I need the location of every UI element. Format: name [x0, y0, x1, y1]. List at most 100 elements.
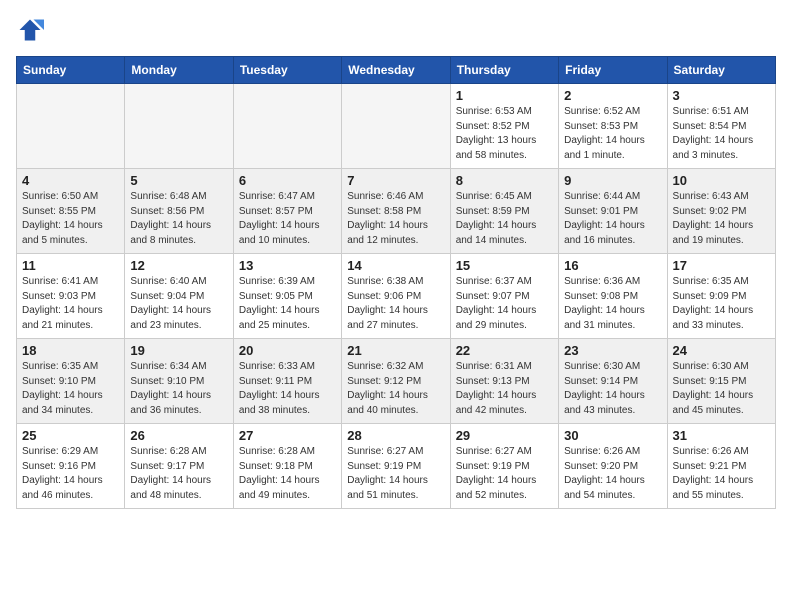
day-number: 1 — [456, 88, 553, 103]
day-cell: 10 Sunrise: 6:43 AM Sunset: 9:02 PM Dayli… — [667, 169, 775, 254]
logo-icon — [16, 16, 44, 44]
day-number: 13 — [239, 258, 336, 273]
day-cell: 1 Sunrise: 6:53 AM Sunset: 8:52 PM Daylig… — [450, 84, 558, 169]
week-row-3: 11 Sunrise: 6:41 AM Sunset: 9:03 PM Dayli… — [17, 254, 776, 339]
day-info: Sunrise: 6:45 AM Sunset: 8:59 PM Dayligh… — [456, 190, 553, 248]
day-cell: 29 Sunrise: 6:27 AM Sunset: 9:19 PM Dayli… — [450, 424, 558, 509]
day-number: 23 — [564, 343, 661, 358]
day-cell: 30 Sunrise: 6:26 AM Sunset: 9:20 PM Dayli… — [559, 424, 667, 509]
day-cell: 20Sunrise: 6:33 AM Sunset: 9:11 PM Dayli… — [233, 339, 341, 424]
week-row-1: 1 Sunrise: 6:53 AM Sunset: 8:52 PM Daylig… — [17, 84, 776, 169]
day-cell: 22 Sunrise: 6:31 AM Sunset: 9:13 PM Dayli… — [450, 339, 558, 424]
day-cell: 5Sunrise: 6:48 AM Sunset: 8:56 PM Daylig… — [125, 169, 233, 254]
day-cell: 2 Sunrise: 6:52 AM Sunset: 8:53 PM Daylig… — [559, 84, 667, 169]
day-cell: 11 Sunrise: 6:41 AM Sunset: 9:03 PM Dayli… — [17, 254, 125, 339]
day-number: 26 — [130, 428, 227, 443]
day-cell: 28 Sunrise: 6:27 AM Sunset: 9:19 PM Dayli… — [342, 424, 450, 509]
day-number: 14 — [347, 258, 444, 273]
calendar-table: SundayMondayTuesdayWednesdayThursdayFrid… — [16, 56, 776, 509]
header-row: SundayMondayTuesdayWednesdayThursdayFrid… — [17, 57, 776, 84]
day-cell: 19Sunrise: 6:34 AM Sunset: 9:10 PM Dayli… — [125, 339, 233, 424]
week-row-4: 18 Sunrise: 6:35 AM Sunset: 9:10 PM Dayli… — [17, 339, 776, 424]
col-header-tuesday: Tuesday — [233, 57, 341, 84]
day-info: Sunrise: 6:44 AM Sunset: 9:01 PM Dayligh… — [564, 190, 661, 248]
day-info: Sunrise: 6:40 AM Sunset: 9:04 PM Dayligh… — [130, 275, 227, 333]
day-cell: 21Sunrise: 6:32 AM Sunset: 9:12 PM Dayli… — [342, 339, 450, 424]
day-number: 29 — [456, 428, 553, 443]
day-number: 3 — [673, 88, 770, 103]
day-info: Sunrise: 6:47 AM Sunset: 8:57 PM Dayligh… — [239, 190, 336, 248]
logo — [16, 16, 48, 44]
day-info: Sunrise: 6:31 AM Sunset: 9:13 PM Dayligh… — [456, 360, 553, 418]
day-cell: 13 Sunrise: 6:39 AM Sunset: 9:05 PM Dayli… — [233, 254, 341, 339]
day-info: Sunrise: 6:46 AM Sunset: 8:58 PM Dayligh… — [347, 190, 444, 248]
day-info: Sunrise: 6:30 AM Sunset: 9:15 PM Dayligh… — [673, 360, 770, 418]
day-info: Sunrise: 6:35 AM Sunset: 9:09 PM Dayligh… — [673, 275, 770, 333]
day-cell: 14Sunrise: 6:38 AM Sunset: 9:06 PM Dayli… — [342, 254, 450, 339]
day-number: 22 — [456, 343, 553, 358]
day-cell — [342, 84, 450, 169]
day-cell: 26 Sunrise: 6:28 AM Sunset: 9:17 PM Dayli… — [125, 424, 233, 509]
day-info: Sunrise: 6:36 AM Sunset: 9:08 PM Dayligh… — [564, 275, 661, 333]
day-info: Sunrise: 6:26 AM Sunset: 9:20 PM Dayligh… — [564, 445, 661, 503]
day-info: Sunrise: 6:28 AM Sunset: 9:18 PM Dayligh… — [239, 445, 336, 503]
day-info: Sunrise: 6:27 AM Sunset: 9:19 PM Dayligh… — [347, 445, 444, 503]
day-number: 7 — [347, 173, 444, 188]
day-info: Sunrise: 6:33 AM Sunset: 9:11 PM Dayligh… — [239, 360, 336, 418]
col-header-monday: Monday — [125, 57, 233, 84]
day-number: 10 — [673, 173, 770, 188]
day-number: 16 — [564, 258, 661, 273]
day-cell: 25 Sunrise: 6:29 AM Sunset: 9:16 PM Dayli… — [17, 424, 125, 509]
day-info: Sunrise: 6:26 AM Sunset: 9:21 PM Dayligh… — [673, 445, 770, 503]
day-info: Sunrise: 6:52 AM Sunset: 8:53 PM Dayligh… — [564, 105, 661, 163]
day-cell: 18 Sunrise: 6:35 AM Sunset: 9:10 PM Dayli… — [17, 339, 125, 424]
day-number: 18 — [22, 343, 119, 358]
day-info: Sunrise: 6:35 AM Sunset: 9:10 PM Dayligh… — [22, 360, 119, 418]
day-info: Sunrise: 6:53 AM Sunset: 8:52 PM Dayligh… — [456, 105, 553, 163]
day-cell — [125, 84, 233, 169]
day-info: Sunrise: 6:51 AM Sunset: 8:54 PM Dayligh… — [673, 105, 770, 163]
day-info: Sunrise: 6:28 AM Sunset: 9:17 PM Dayligh… — [130, 445, 227, 503]
day-cell: 16 Sunrise: 6:36 AM Sunset: 9:08 PM Dayli… — [559, 254, 667, 339]
day-info: Sunrise: 6:27 AM Sunset: 9:19 PM Dayligh… — [456, 445, 553, 503]
day-cell: 31 Sunrise: 6:26 AM Sunset: 9:21 PM Dayli… — [667, 424, 775, 509]
day-info: Sunrise: 6:29 AM Sunset: 9:16 PM Dayligh… — [22, 445, 119, 503]
day-number: 31 — [673, 428, 770, 443]
col-header-saturday: Saturday — [667, 57, 775, 84]
day-number: 24 — [673, 343, 770, 358]
day-number: 30 — [564, 428, 661, 443]
day-cell: 4Sunrise: 6:50 AM Sunset: 8:55 PM Daylig… — [17, 169, 125, 254]
day-info: Sunrise: 6:50 AM Sunset: 8:55 PM Dayligh… — [22, 190, 119, 248]
day-cell: 6 Sunrise: 6:47 AM Sunset: 8:57 PM Daylig… — [233, 169, 341, 254]
col-header-wednesday: Wednesday — [342, 57, 450, 84]
day-number: 2 — [564, 88, 661, 103]
day-cell — [233, 84, 341, 169]
day-cell: 12 Sunrise: 6:40 AM Sunset: 9:04 PM Dayli… — [125, 254, 233, 339]
day-number: 28 — [347, 428, 444, 443]
day-number: 15 — [456, 258, 553, 273]
day-cell: 23Sunrise: 6:30 AM Sunset: 9:14 PM Dayli… — [559, 339, 667, 424]
col-header-sunday: Sunday — [17, 57, 125, 84]
day-number: 25 — [22, 428, 119, 443]
day-info: Sunrise: 6:43 AM Sunset: 9:02 PM Dayligh… — [673, 190, 770, 248]
day-cell: 3 Sunrise: 6:51 AM Sunset: 8:54 PM Daylig… — [667, 84, 775, 169]
day-cell: 8 Sunrise: 6:45 AM Sunset: 8:59 PM Daylig… — [450, 169, 558, 254]
day-cell: 9Sunrise: 6:44 AM Sunset: 9:01 PM Daylig… — [559, 169, 667, 254]
day-info: Sunrise: 6:39 AM Sunset: 9:05 PM Dayligh… — [239, 275, 336, 333]
day-number: 12 — [130, 258, 227, 273]
day-cell: 27 Sunrise: 6:28 AM Sunset: 9:18 PM Dayli… — [233, 424, 341, 509]
day-info: Sunrise: 6:32 AM Sunset: 9:12 PM Dayligh… — [347, 360, 444, 418]
day-number: 19 — [130, 343, 227, 358]
day-info: Sunrise: 6:48 AM Sunset: 8:56 PM Dayligh… — [130, 190, 227, 248]
day-number: 8 — [456, 173, 553, 188]
col-header-thursday: Thursday — [450, 57, 558, 84]
day-number: 6 — [239, 173, 336, 188]
day-number: 17 — [673, 258, 770, 273]
day-number: 11 — [22, 258, 119, 273]
page-header — [16, 16, 776, 44]
week-row-2: 4Sunrise: 6:50 AM Sunset: 8:55 PM Daylig… — [17, 169, 776, 254]
col-header-friday: Friday — [559, 57, 667, 84]
day-number: 27 — [239, 428, 336, 443]
day-info: Sunrise: 6:41 AM Sunset: 9:03 PM Dayligh… — [22, 275, 119, 333]
day-cell: 7 Sunrise: 6:46 AM Sunset: 8:58 PM Daylig… — [342, 169, 450, 254]
